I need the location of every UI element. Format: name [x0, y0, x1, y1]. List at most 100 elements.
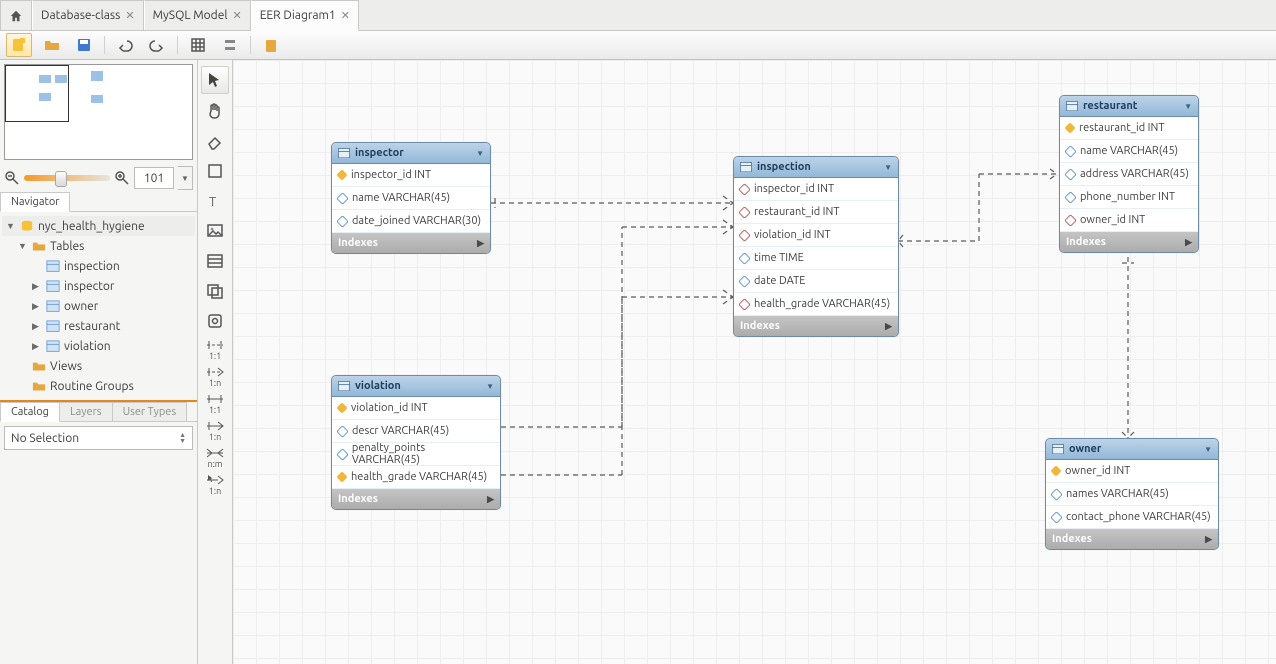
close-icon[interactable]: ✕	[125, 9, 134, 22]
routines-folder[interactable]: ▶ Routine Groups	[2, 376, 195, 396]
rel-n-m-tool[interactable]: n:m	[206, 446, 224, 469]
diagram-canvas[interactable]: inspector ▼ inspector_id INT name VARCHA…	[233, 60, 1276, 664]
entity-owner[interactable]: owner ▼ owner_id INT names VARCHAR(45) c…	[1045, 438, 1219, 550]
chevron-down-icon[interactable]: ▼	[1204, 445, 1212, 454]
column-row[interactable]: date DATE	[734, 270, 898, 293]
indexes-section[interactable]: Indexes▶	[1060, 232, 1198, 252]
column-row[interactable]: names VARCHAR(45)	[1046, 483, 1218, 506]
tab-model[interactable]: MySQL Model ✕	[144, 0, 251, 30]
zoom-slider-thumb[interactable]	[55, 171, 67, 187]
indexes-section[interactable]: Indexes▶	[332, 233, 490, 253]
table-node-inspection[interactable]: ▶ inspection	[2, 256, 195, 276]
column-row[interactable]: descr VARCHAR(45)	[332, 420, 500, 443]
routine-group-tool[interactable]	[202, 308, 228, 334]
expand-icon[interactable]: ▼	[6, 221, 16, 231]
export-button[interactable]	[259, 34, 283, 56]
views-folder[interactable]: ▶ Views	[2, 356, 195, 376]
image-tool[interactable]	[202, 218, 228, 244]
chevron-down-icon[interactable]: ▼	[884, 163, 892, 172]
zoom-in-icon[interactable]	[114, 170, 130, 186]
view-icon	[206, 282, 224, 300]
column-row[interactable]: violation_id INT	[332, 397, 500, 420]
layers-tab[interactable]: Layers	[59, 402, 113, 421]
home-tab[interactable]	[0, 0, 32, 30]
new-view-tool[interactable]	[202, 278, 228, 304]
column-row[interactable]: address VARCHAR(45)	[1060, 163, 1198, 186]
column-row[interactable]: health_grade VARCHAR(45)	[332, 466, 500, 489]
chevron-down-icon[interactable]: ▼	[476, 149, 484, 158]
column-row[interactable]: name VARCHAR(45)	[1060, 140, 1198, 163]
zoom-dropdown[interactable]: ▼	[178, 166, 193, 190]
column-row[interactable]: name VARCHAR(45)	[332, 187, 490, 210]
rel-1-1-nonid-tool[interactable]: 1:1	[206, 338, 224, 361]
new-document-button[interactable]	[6, 33, 32, 57]
save-button[interactable]	[72, 34, 96, 56]
column-row[interactable]: inspector_id INT	[332, 164, 490, 187]
table-node-inspector[interactable]: ▶ inspector	[2, 276, 195, 296]
column-row[interactable]: penalty_points VARCHAR(45)	[332, 443, 500, 466]
rel-1-1-id-tool[interactable]: 1:1	[206, 392, 224, 415]
table-label: inspection	[64, 260, 195, 273]
eraser-tool[interactable]	[202, 128, 228, 154]
expand-icon[interactable]: ▶	[32, 341, 42, 352]
grid-toggle-button[interactable]	[186, 34, 210, 56]
column-row[interactable]: phone_number INT	[1060, 186, 1198, 209]
catalog-tab[interactable]: Catalog	[0, 402, 60, 422]
entity-restaurant[interactable]: restaurant ▼ restaurant_id INT name VARC…	[1059, 95, 1199, 253]
entity-inspector[interactable]: inspector ▼ inspector_id INT name VARCHA…	[331, 142, 491, 254]
routine-icon	[206, 312, 224, 330]
close-icon[interactable]: ✕	[341, 9, 350, 22]
tables-folder[interactable]: ▼ Tables	[2, 236, 195, 256]
expand-icon[interactable]: ▶	[32, 321, 42, 332]
text-tool[interactable]: T	[202, 188, 228, 214]
align-button[interactable]	[218, 34, 242, 56]
undo-button[interactable]	[113, 34, 137, 56]
user-types-tab[interactable]: User Types	[112, 402, 188, 421]
chevron-down-icon[interactable]: ▼	[1184, 102, 1192, 111]
rel-1-n-nonid-tool[interactable]: 1:n	[206, 365, 224, 388]
entity-title: restaurant	[1083, 100, 1138, 112]
new-table-tool[interactable]	[202, 248, 228, 274]
column-row[interactable]: owner_id INT	[1046, 460, 1218, 483]
pointer-tool[interactable]	[201, 66, 229, 94]
open-button[interactable]	[40, 34, 64, 56]
entity-inspection[interactable]: inspection ▼ inspector_id INT restaurant…	[733, 156, 899, 337]
indexes-section[interactable]: Indexes▶	[734, 316, 898, 336]
tab-eer-diagram[interactable]: EER Diagram1 ✕	[251, 0, 359, 31]
layer-tool[interactable]	[202, 158, 228, 184]
column-row[interactable]: violation_id INT	[734, 224, 898, 247]
close-icon[interactable]: ✕	[232, 9, 241, 22]
column-row[interactable]: time TIME	[734, 247, 898, 270]
column-row[interactable]: date_joined VARCHAR(30)	[332, 210, 490, 233]
rel-1-n-id-tool[interactable]: 1:n	[206, 419, 224, 442]
column-row[interactable]: restaurant_id INT	[1060, 117, 1198, 140]
tab-database[interactable]: Database-class ✕	[32, 0, 144, 30]
minimap[interactable]	[4, 64, 193, 160]
column-row[interactable]: contact_phone VARCHAR(45)	[1046, 506, 1218, 529]
indexes-section[interactable]: Indexes▶	[332, 489, 500, 509]
chevron-down-icon[interactable]: ▼	[486, 382, 494, 391]
zoom-out-icon[interactable]	[4, 170, 20, 186]
column-row[interactable]: restaurant_id INT	[734, 201, 898, 224]
expand-icon[interactable]: ▶	[32, 281, 42, 292]
rel-1-n-pick-tool[interactable]: 1:n	[206, 473, 224, 496]
table-node-owner[interactable]: ▶ owner	[2, 296, 195, 316]
expand-icon[interactable]: ▶	[32, 301, 42, 312]
expand-icon[interactable]: ▼	[18, 241, 28, 251]
table-node-violation[interactable]: ▶ violation	[2, 336, 195, 356]
indexes-section[interactable]: Indexes▶	[1046, 529, 1218, 549]
attr-icon	[1050, 488, 1063, 501]
zoom-value[interactable]: 101	[134, 167, 174, 189]
column-row[interactable]: inspector_id INT	[734, 178, 898, 201]
column-row[interactable]: owner_id INT	[1060, 209, 1198, 232]
redo-button[interactable]	[145, 34, 169, 56]
eraser-icon	[206, 132, 224, 150]
schema-node[interactable]: ▼ nyc_health_hygiene	[2, 216, 195, 236]
zoom-slider[interactable]	[24, 175, 110, 181]
column-row[interactable]: health_grade VARCHAR(45)	[734, 293, 898, 316]
hand-tool[interactable]	[202, 98, 228, 124]
selection-combo[interactable]: No Selection ▲▼	[4, 426, 193, 450]
entity-violation[interactable]: violation ▼ violation_id INT descr VARCH…	[331, 375, 501, 510]
navigator-tab[interactable]: Navigator	[0, 192, 70, 212]
table-node-restaurant[interactable]: ▶ restaurant	[2, 316, 195, 336]
